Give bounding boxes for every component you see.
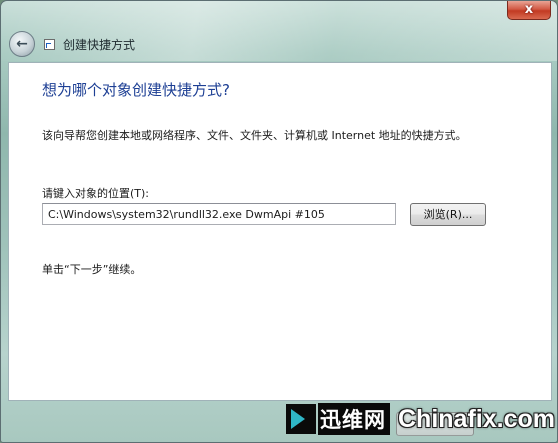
browse-button[interactable]: 浏览(R)... <box>410 203 486 226</box>
location-input[interactable] <box>42 203 396 225</box>
back-button[interactable]: ← <box>9 31 35 57</box>
create-shortcut-window: x ← 创建快捷方式 想为哪个对象创建快捷方式? 该向导帮您创建本地或网络程序、… <box>0 0 558 443</box>
watermark-en: Chinafix.com <box>398 404 555 433</box>
watermark: 迅维网 Chinafix.com <box>280 397 556 441</box>
shortcut-icon <box>44 38 55 50</box>
watermark-cn: 迅维网 <box>318 403 390 435</box>
watermark-logo-icon <box>286 404 316 434</box>
close-button[interactable]: x <box>507 1 551 20</box>
page-heading: 想为哪个对象创建快捷方式? <box>42 81 230 99</box>
back-arrow-icon: ← <box>16 36 28 52</box>
close-icon: x <box>524 2 534 17</box>
window-title: 创建快捷方式 <box>63 37 136 52</box>
location-label: 请键入对象的位置(T): <box>42 187 150 200</box>
wizard-header: ← 创建快捷方式 <box>9 31 135 57</box>
wizard-content: 想为哪个对象创建快捷方式? 该向导帮您创建本地或网络程序、文件、文件夹、计算机或… <box>8 62 552 401</box>
page-description: 该向导帮您创建本地或网络程序、文件、文件夹、计算机或 Internet 地址的快… <box>42 129 467 142</box>
continue-hint: 单击“下一步”继续。 <box>42 263 142 276</box>
